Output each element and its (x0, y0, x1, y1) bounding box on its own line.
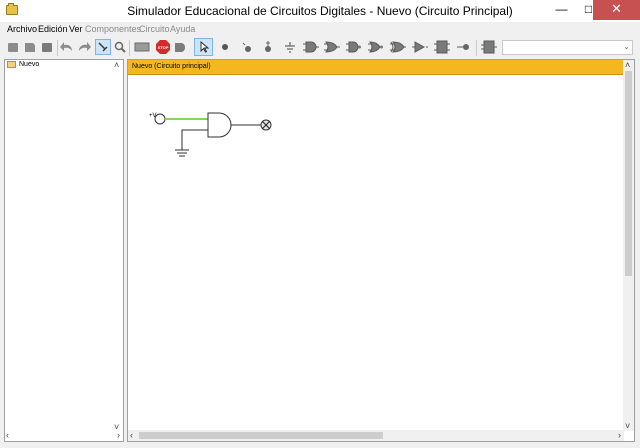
scroll-up-icon[interactable]: ˄ (625, 61, 630, 70)
scroll-right-icon[interactable]: › (618, 431, 621, 440)
circuit-canvas[interactable]: +V (128, 75, 624, 432)
subcircuit-icon[interactable] (481, 39, 497, 55)
tree-node-label: Nuevo (19, 61, 40, 68)
vertical-scroll-thumb[interactable] (625, 71, 632, 276)
toolbar-separator (476, 40, 477, 56)
and-gate-icon[interactable] (303, 39, 319, 55)
minimize-button[interactable]: — (548, 0, 575, 20)
menu-ver[interactable]: Ver (69, 24, 83, 34)
tree-vertical-scrollbar[interactable]: ˄ ˅ (113, 60, 123, 432)
circuit-editor: Nuevo (Circuito principal) +V ˄ ˅ ‹ › (127, 59, 635, 442)
redo-icon[interactable] (76, 39, 92, 55)
tree-horizontal-scrollbar[interactable]: ‹ › (5, 431, 123, 441)
vcc-input-node[interactable] (154, 113, 166, 125)
ground-symbol[interactable] (175, 149, 189, 157)
tree-node-nuevo[interactable]: Nuevo (7, 61, 39, 68)
input-pin-icon[interactable] (238, 39, 254, 55)
not-gate-icon[interactable] (412, 39, 428, 55)
menu-circuito[interactable]: Circuito (139, 24, 170, 34)
toolbar-separator (57, 40, 58, 56)
open-folder-icon[interactable] (22, 39, 38, 55)
application-window: Simulador Educacional de Circuitos Digit… (0, 0, 640, 448)
menu-bar: Archivo Edición Ver Componentes Circuito… (0, 22, 640, 36)
undo-icon[interactable] (59, 39, 75, 55)
chevron-down-icon: ⌄ (623, 42, 630, 51)
output-pin-icon[interactable] (456, 39, 472, 55)
folder-icon (7, 61, 16, 68)
editor-vertical-scrollbar[interactable]: ˄ ˅ (623, 60, 634, 431)
ground-icon[interactable] (282, 39, 298, 55)
menu-edicion[interactable]: Edición (38, 24, 68, 34)
wire-tool-icon[interactable] (95, 39, 111, 55)
title-bar[interactable]: Simulador Educacional de Circuitos Digit… (0, 0, 640, 22)
and-gate[interactable] (207, 112, 232, 138)
xor-gate-icon[interactable] (390, 39, 406, 55)
toolbar-separator (129, 40, 130, 56)
save-icon[interactable] (39, 39, 55, 55)
select-pointer-button[interactable] (194, 38, 213, 56)
new-file-icon[interactable] (5, 39, 21, 55)
menu-archivo[interactable]: Archivo (7, 24, 37, 34)
scroll-left-icon[interactable]: ‹ (130, 431, 133, 440)
flip-flop-icon[interactable] (434, 39, 450, 55)
vcc-source-icon[interactable] (260, 39, 276, 55)
step-icon[interactable] (172, 39, 188, 55)
close-button[interactable]: ✕ (593, 0, 640, 20)
zoom-select[interactable]: ⌄ (502, 40, 633, 55)
menu-componentes[interactable]: Componentes (85, 24, 141, 34)
circuit-tab-title[interactable]: Nuevo (Circuito principal) (128, 60, 624, 75)
scroll-right-icon[interactable]: › (117, 431, 120, 440)
zoom-icon[interactable] (112, 39, 128, 55)
or-gate-icon[interactable] (324, 39, 340, 55)
scroll-up-icon[interactable]: ˄ (114, 61, 119, 70)
stop-button[interactable]: STOP (155, 39, 171, 55)
nor-gate-icon[interactable] (368, 39, 384, 55)
nand-gate-icon[interactable] (346, 39, 362, 55)
scroll-left-icon[interactable]: ‹ (6, 431, 9, 440)
junction-dot-icon[interactable] (217, 39, 233, 55)
editor-horizontal-scrollbar[interactable]: ‹ › (128, 430, 624, 441)
circuit-tree-panel: Nuevo ˄ ˅ ‹ › (4, 59, 124, 442)
horizontal-scroll-thumb[interactable] (139, 432, 383, 439)
window-title: Simulador Educacional de Circuitos Digit… (127, 4, 513, 18)
chip-icon[interactable] (133, 39, 151, 55)
output-lamp[interactable] (260, 119, 272, 131)
stop-label: STOP (158, 45, 169, 50)
menu-ayuda[interactable]: Ayuda (170, 24, 195, 34)
ground-wire[interactable] (181, 129, 208, 150)
scroll-down-icon[interactable]: ˅ (625, 422, 630, 431)
